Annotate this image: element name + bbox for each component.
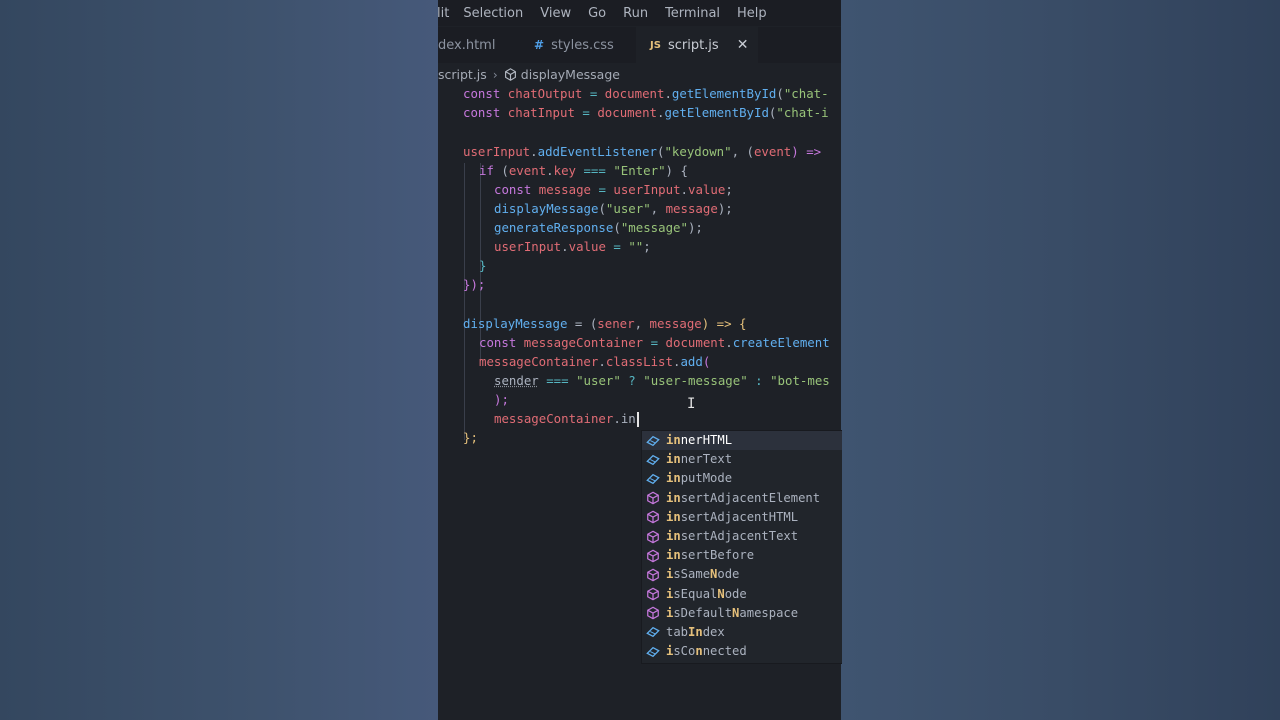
suggestion-item[interactable]: insertAdjacentHTML: [642, 508, 842, 527]
suggestion-item[interactable]: innerText: [642, 450, 842, 469]
suggestion-label: isConnected: [666, 644, 747, 659]
suggestion-item[interactable]: innerHTML: [642, 431, 842, 451]
suggestion-item[interactable]: isConnected: [642, 642, 842, 661]
suggestion-label: isDefaultNamespace: [666, 605, 799, 620]
tab-bar: dex.html # styles.css JS script.js ✕: [438, 27, 841, 63]
tab-label: styles.css: [551, 37, 614, 53]
property-icon: [645, 624, 661, 640]
method-cube-icon: [645, 586, 661, 602]
code-line-1: const chatOutput = document.getElementBy…: [463, 86, 829, 101]
property-icon: [645, 471, 661, 487]
suggestion-label: insertAdjacentHTML: [666, 509, 799, 524]
suggestion-item[interactable]: isDefaultNamespace: [642, 604, 842, 623]
code-line-11: });: [463, 277, 486, 292]
menu-help[interactable]: Help: [737, 6, 767, 21]
method-cube-icon: [645, 490, 661, 506]
suggestion-label: tabIndex: [666, 624, 725, 639]
menu-view[interactable]: View: [540, 6, 571, 21]
code-line-6: const message = userInput.value;: [494, 182, 733, 197]
mouse-ibeam-cursor-icon: I: [687, 396, 696, 412]
tab-styles-css[interactable]: # styles.css: [522, 27, 636, 63]
suggestion-label: inputMode: [666, 471, 733, 486]
property-icon: [645, 433, 661, 449]
background-left: [0, 0, 438, 720]
suggestion-label: isSameNode: [666, 567, 740, 582]
method-cube-icon: [504, 67, 517, 81]
method-cube-icon: [645, 509, 661, 525]
suggestion-item[interactable]: insertAdjacentText: [642, 527, 842, 546]
suggestion-item[interactable]: isSameNode: [642, 565, 842, 584]
background-right: [841, 0, 1280, 720]
chevron-right-icon: ›: [492, 66, 498, 82]
breadcrumb: script.js › displayMessage: [438, 64, 841, 84]
breadcrumb-file[interactable]: script.js: [438, 67, 487, 82]
css-file-icon: #: [534, 38, 545, 52]
suggestion-label: insertBefore: [666, 548, 755, 563]
tab-script-js[interactable]: JS script.js ✕: [636, 27, 758, 63]
autocomplete-suggestions: innerHTML innerText inputMode insertAdjacen…: [641, 430, 842, 664]
suggestion-label: insertAdjacentElement: [666, 490, 821, 505]
code-line-2: const chatInput = document.getElementByI…: [463, 105, 829, 120]
suggestion-label: isEqualNode: [666, 586, 747, 601]
code-line-17: );: [494, 392, 509, 407]
code-line-7: displayMessage("user", message);: [494, 201, 733, 216]
menu-go[interactable]: Go: [588, 6, 606, 21]
code-line-15: messageContainer.classList.add(: [479, 354, 711, 369]
tab-index-html[interactable]: dex.html: [438, 27, 522, 63]
property-icon: [645, 644, 661, 660]
code-line-9: userInput.value = "";: [494, 239, 651, 254]
suggestion-item[interactable]: inputMode: [642, 469, 842, 488]
method-cube-icon: [645, 548, 661, 564]
code-line-4: userInput.addEventListener("keydown", (e…: [463, 144, 822, 159]
tab-label: dex.html: [438, 37, 496, 53]
suggestion-item[interactable]: tabIndex: [642, 623, 842, 642]
menu-run[interactable]: Run: [623, 6, 648, 21]
menu-bar: lit Selection View Go Run Terminal Help: [438, 0, 841, 26]
code-line-10: }: [479, 258, 487, 273]
indent-guide: [464, 335, 465, 440]
suggestion-label: innerText: [666, 452, 733, 467]
code-line-5: if (event.key === "Enter") {: [479, 163, 688, 178]
suggestion-item[interactable]: insertAdjacentElement: [642, 489, 842, 508]
tab-label: script.js: [667, 37, 719, 53]
menu-selection[interactable]: Selection: [463, 6, 523, 21]
suggestion-label: insertAdjacentText: [666, 528, 799, 543]
text-cursor: [636, 412, 639, 427]
js-file-icon: JS: [650, 39, 661, 51]
method-cube-icon: [645, 529, 661, 545]
suggestion-item[interactable]: isEqualNode: [642, 585, 842, 604]
code-line-13: displayMessage = (sener, message) => {: [463, 316, 747, 331]
menu-terminal[interactable]: Terminal: [665, 6, 720, 21]
code-line-19: };: [463, 430, 478, 445]
method-cube-icon: [645, 567, 661, 583]
close-icon[interactable]: ✕: [737, 37, 749, 53]
suggestion-item[interactable]: insertBefore: [642, 546, 842, 565]
breadcrumb-symbol[interactable]: displayMessage: [521, 67, 620, 82]
code-line-18: messageContainer.in: [494, 409, 639, 428]
code-line-16: sender === "user" ? "user-message" : "bo…: [494, 373, 830, 388]
method-cube-icon: [645, 605, 661, 621]
menu-edit[interactable]: lit: [438, 6, 449, 21]
code-line-14: const messageContainer = document.create…: [479, 335, 830, 350]
code-line-8: generateResponse("message");: [494, 220, 703, 235]
suggestion-label: innerHTML: [666, 433, 733, 447]
property-icon: [645, 452, 661, 468]
